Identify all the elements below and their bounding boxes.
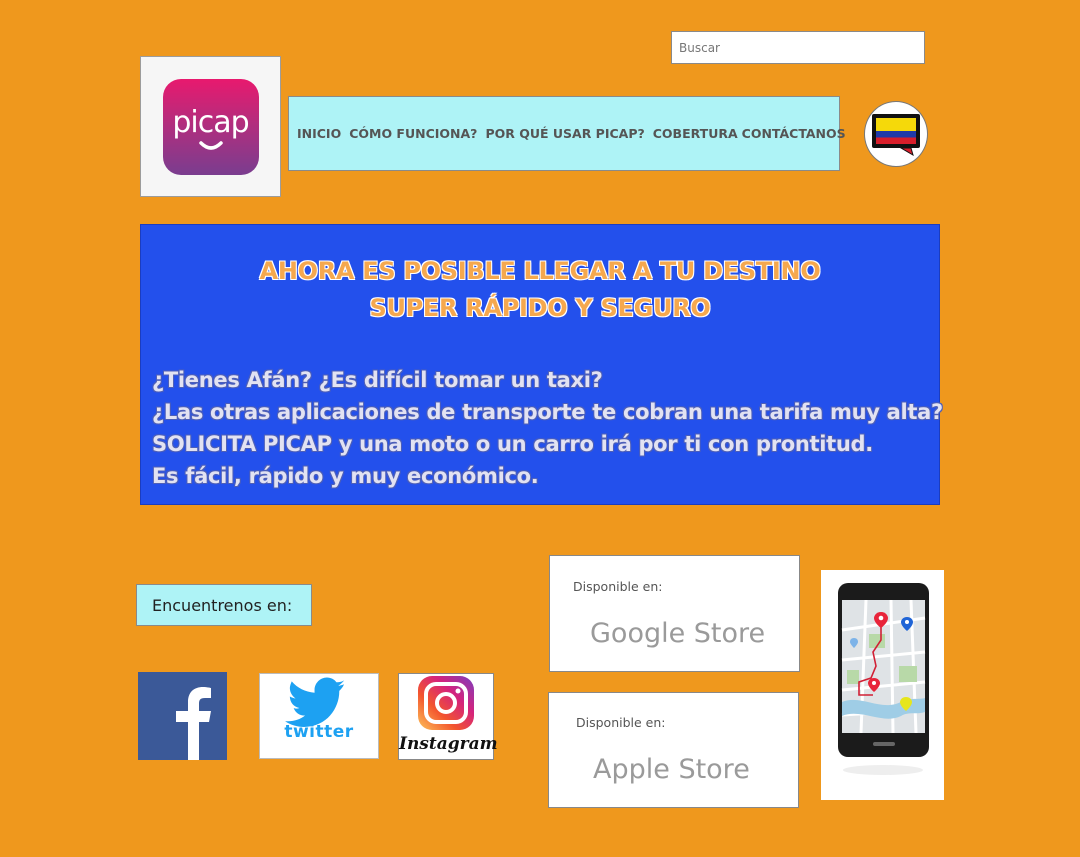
- google-store-caption: Disponible en:: [573, 579, 663, 594]
- instagram-wordmark: Instagram: [399, 734, 498, 754]
- nav-item-contactanos[interactable]: CONTÁCTANOS: [742, 126, 846, 141]
- language-button[interactable]: [864, 101, 928, 167]
- hero-title-line1: AHORA ES POSIBLE LLEGAR A TU DESTINO: [259, 257, 821, 285]
- facebook-icon: [176, 687, 211, 760]
- nav-item-inicio[interactable]: INICIO: [297, 126, 341, 141]
- phone-map-icon: [838, 583, 929, 775]
- phone-map-image: [821, 570, 944, 800]
- hero-text-line: ¿Las otras aplicaciones de transporte te…: [152, 400, 943, 424]
- nav-item-por-que-usar[interactable]: POR QUÉ USAR PICAP?: [485, 126, 644, 141]
- hero-banner: AHORA ES POSIBLE LLEGAR A TU DESTINO SUP…: [140, 224, 943, 505]
- hero-text-line: SOLICITA PICAP y una moto o un carro irá…: [152, 432, 873, 456]
- apple-store-name: Apple Store: [593, 754, 750, 785]
- hero-text-line: ¿Tienes Afán? ¿Es difícil tomar un taxi?: [152, 368, 603, 392]
- twitter-wordmark: twitter: [284, 722, 354, 742]
- picap-logo: picap: [162, 78, 259, 175]
- google-store-name: Google Store: [590, 618, 766, 649]
- main-nav: INICIO CÓMO FUNCIONA? POR QUÉ USAR PICAP…: [288, 96, 846, 171]
- nav-item-cobertura[interactable]: COBERTURA: [653, 126, 738, 141]
- twitter-icon: [285, 677, 344, 727]
- google-store-card[interactable]: Disponible en: Google Store: [549, 555, 800, 672]
- hero-text-line: Es fácil, rápido y muy económico.: [152, 464, 539, 488]
- logo-box[interactable]: picap: [140, 56, 281, 197]
- twitter-link[interactable]: twitter: [259, 673, 379, 759]
- hero-title-line2: SUPER RÁPIDO Y SEGURO: [369, 294, 711, 322]
- logo-smile-icon: [198, 140, 223, 150]
- search-input[interactable]: [671, 31, 925, 64]
- colombia-flag-chat-icon: [872, 114, 920, 156]
- nav-item-como-funciona[interactable]: CÓMO FUNCIONA?: [349, 126, 477, 141]
- apple-store-caption: Disponible en:: [576, 715, 666, 730]
- facebook-link[interactable]: [138, 672, 227, 760]
- apple-store-card[interactable]: Disponible en: Apple Store: [548, 692, 799, 808]
- find-us-label: Encuentrenos en:: [136, 584, 312, 626]
- instagram-link[interactable]: Instagram: [398, 673, 498, 760]
